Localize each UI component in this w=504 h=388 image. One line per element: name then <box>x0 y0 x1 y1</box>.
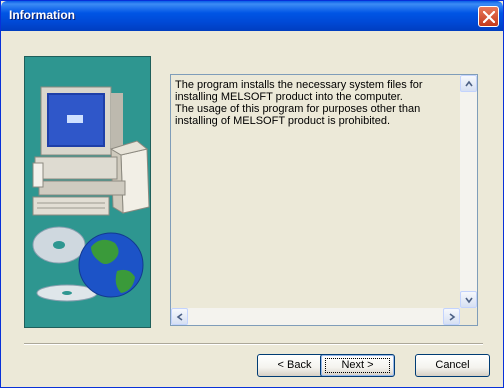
window-title: Information <box>9 8 75 22</box>
arrow-down-icon <box>465 297 473 304</box>
computer-base-graphic <box>32 156 126 216</box>
cancel-button[interactable]: Cancel <box>415 354 490 377</box>
information-message: The program installs the necessary syste… <box>175 79 423 127</box>
setup-illustration <box>24 56 151 328</box>
information-dialog: Information The program installs the nec… <box>0 0 504 388</box>
scroll-right-button[interactable] <box>443 308 460 325</box>
vertical-scrollbar[interactable] <box>460 75 477 308</box>
back-button-label: Back <box>287 359 312 371</box>
globe-graphic <box>78 232 144 298</box>
information-text-area[interactable]: The program installs the necessary syste… <box>170 74 478 326</box>
back-button-prefix: < <box>277 359 287 371</box>
close-icon <box>483 11 495 23</box>
scroll-up-button[interactable] <box>460 75 477 92</box>
cancel-button-label: Cancel <box>435 359 470 371</box>
scrollbar-corner <box>460 308 477 325</box>
arrow-left-icon <box>176 313 183 321</box>
arrow-up-icon <box>465 80 473 87</box>
arrow-right-icon <box>449 313 456 321</box>
horizontal-scrollbar[interactable] <box>171 308 460 325</box>
close-button[interactable] <box>478 6 499 27</box>
scroll-down-button[interactable] <box>460 291 477 308</box>
next-button[interactable]: Next > <box>320 354 395 377</box>
monitor-graphic <box>40 86 123 156</box>
title-bar[interactable]: Information <box>1 1 503 31</box>
button-separator <box>24 343 483 345</box>
scroll-left-button[interactable] <box>171 308 188 325</box>
focus-indicator <box>325 358 390 373</box>
